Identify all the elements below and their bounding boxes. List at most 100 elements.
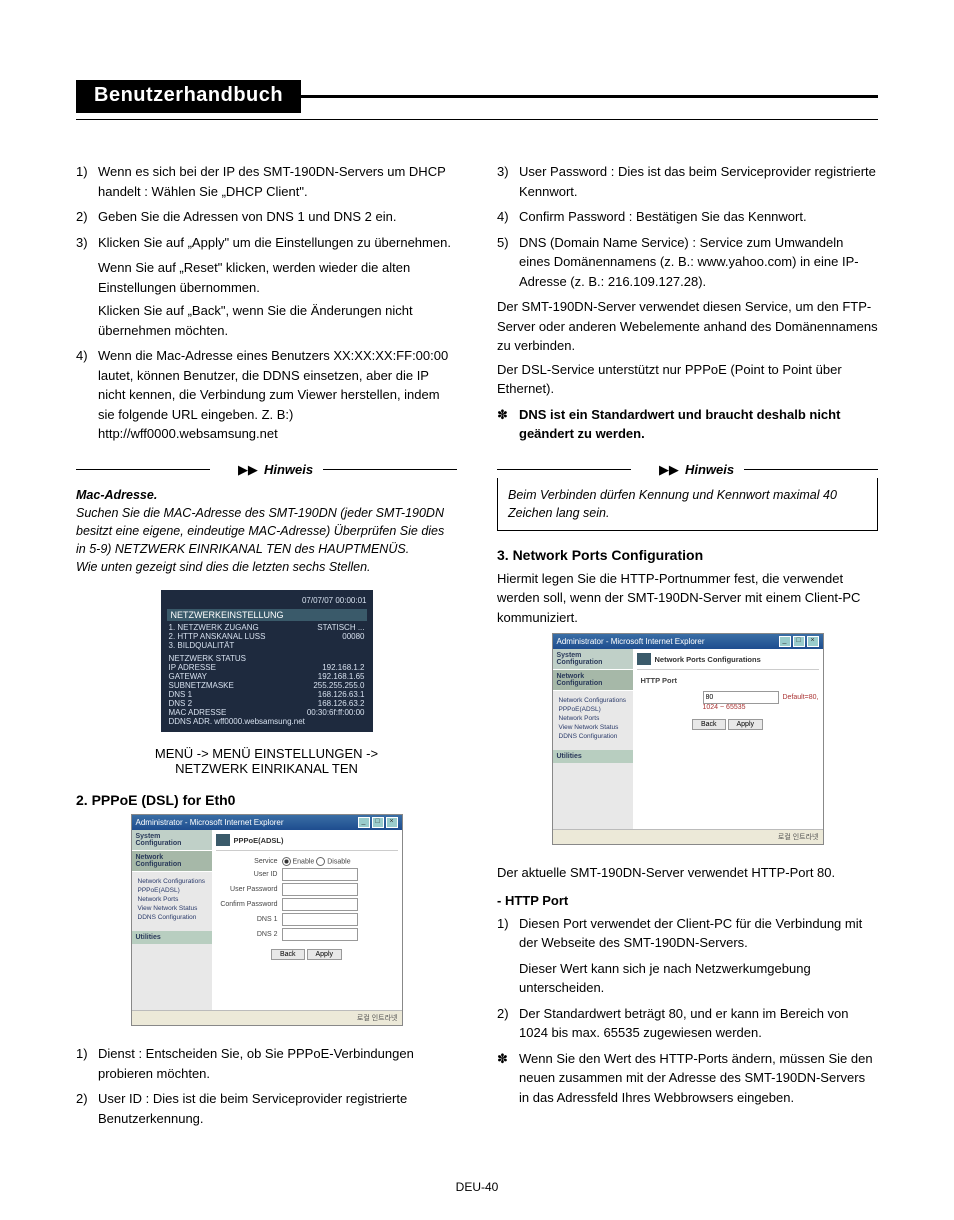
- window-buttons: _□×: [358, 817, 398, 828]
- dns2-input[interactable]: [282, 928, 358, 941]
- dns1-input[interactable]: [282, 913, 358, 926]
- apply-button[interactable]: Apply: [728, 719, 764, 730]
- panel-icon: [637, 653, 651, 665]
- sidebar-link[interactable]: DDNS Configuration: [138, 914, 212, 921]
- list-number: 5): [497, 233, 519, 292]
- osd-value: STATISCH ...: [317, 623, 364, 632]
- maximize-icon[interactable]: □: [793, 636, 805, 647]
- left-column: 1)Wenn es sich bei der IP des SMT-190DN-…: [76, 156, 457, 1134]
- osd-value: 00080: [342, 632, 364, 641]
- list-number: 3): [497, 162, 519, 201]
- apply-button[interactable]: Apply: [307, 949, 343, 960]
- sidebar-link[interactable]: View Network Status: [138, 905, 212, 912]
- minimize-icon[interactable]: _: [779, 636, 791, 647]
- star-bullet: ✽: [497, 1049, 519, 1108]
- back-button[interactable]: Back: [271, 949, 305, 960]
- subsection-http-port: - HTTP Port: [497, 893, 878, 908]
- field-label: User Password: [216, 886, 282, 893]
- list-number: 1): [76, 1044, 98, 1083]
- sidebar-link[interactable]: Network Ports: [138, 896, 212, 903]
- paragraph: Wenn Sie auf „Reset" klicken, werden wie…: [98, 258, 457, 297]
- list-number: 1): [76, 162, 98, 201]
- maximize-icon[interactable]: □: [372, 817, 384, 828]
- sidebar-tab-utilities[interactable]: Utilities: [132, 931, 212, 944]
- osd-label: MAC ADRESSE: [169, 708, 227, 717]
- radio-label: Disable: [327, 858, 350, 865]
- sidebar-link[interactable]: View Network Status: [559, 724, 633, 731]
- hint-box: ▶▶ Hinweis Beim Verbinden dürfen Kennung…: [497, 462, 878, 531]
- panel-icon: [216, 834, 230, 846]
- osd-value: 168.126.63.2: [318, 699, 365, 708]
- paragraph: Dieser Wert kann sich je nach Netzwerkum…: [519, 959, 878, 998]
- arrow-right-icon: ▶▶: [659, 462, 679, 478]
- sidebar-link[interactable]: DDNS Configuration: [559, 733, 633, 740]
- list-text: User ID : Dies ist die beim Serviceprovi…: [98, 1089, 457, 1128]
- list-number: 2): [76, 1089, 98, 1128]
- paragraph: Der SMT-190DN-Server verwendet diesen Se…: [497, 297, 878, 356]
- sidebar-tab-system[interactable]: System Configuration: [553, 649, 633, 670]
- field-group-label: HTTP Port: [641, 676, 819, 685]
- field-label: Service: [216, 858, 282, 865]
- list-number: 1): [497, 914, 519, 953]
- userid-input[interactable]: [282, 868, 358, 881]
- panel-title: PPPoE(ADSL): [234, 836, 284, 845]
- osd-ddns: DDNS ADR. wff0000.websamsung.net: [169, 717, 305, 726]
- sidebar-tab-network[interactable]: Network Configuration: [553, 670, 633, 691]
- field-label: Confirm Password: [216, 901, 282, 908]
- osd-label: SUBNETZMASKE: [169, 681, 234, 690]
- arrow-right-icon: ▶▶: [238, 462, 258, 478]
- back-button[interactable]: Back: [692, 719, 726, 730]
- osd-value: 192.168.1.65: [318, 672, 365, 681]
- sidebar-link[interactable]: PPPoE(ADSL): [138, 887, 212, 894]
- star-text: Wenn Sie den Wert des HTTP-Ports ändern,…: [519, 1049, 878, 1108]
- radio-disable[interactable]: [316, 857, 325, 866]
- radio-enable[interactable]: [282, 857, 291, 866]
- sidebar-tab-utilities[interactable]: Utilities: [553, 750, 633, 763]
- paragraph: Der aktuelle SMT-190DN-Server verwendet …: [497, 863, 878, 883]
- osd-label: DNS 2: [169, 699, 193, 708]
- close-icon[interactable]: ×: [386, 817, 398, 828]
- star-text: DNS ist ein Standardwert und braucht des…: [519, 405, 878, 444]
- status-right: 로컬 인트라넷: [357, 1013, 398, 1023]
- section-3-title: 3. Network Ports Configuration: [497, 547, 878, 563]
- osd-label: 1. NETZWERK ZUGANG: [169, 623, 259, 632]
- hint-box: ▶▶ Hinweis: [76, 462, 457, 478]
- section-2-title: 2. PPPoE (DSL) for Eth0: [76, 792, 457, 808]
- list-text: Wenn die Mac-Adresse eines Benutzers XX:…: [98, 346, 457, 444]
- userpw-input[interactable]: [282, 883, 358, 896]
- panel-title: Network Ports Configurations: [655, 655, 761, 664]
- browser-title: Administrator - Microsoft Internet Explo…: [136, 818, 284, 827]
- paragraph: Der DSL-Service unterstützt nur PPPoE (P…: [497, 360, 878, 399]
- osd-label: IP ADRESSE: [169, 663, 216, 672]
- sidebar-tab-system[interactable]: System Configuration: [132, 830, 212, 851]
- page-footer: DEU-40: [0, 1180, 954, 1194]
- list-text: Wenn es sich bei der IP des SMT-190DN-Se…: [98, 162, 457, 201]
- window-buttons: _□×: [779, 636, 819, 647]
- osd-title: NETZWERKEINSTELLUNG: [167, 609, 367, 621]
- hint-text: Beim Verbinden dürfen Kennung und Kennwo…: [508, 486, 867, 522]
- list-number: 4): [76, 346, 98, 444]
- sidebar-link[interactable]: PPPoE(ADSL): [559, 706, 633, 713]
- osd-label: 3. BILDQUALITÄT: [169, 641, 235, 650]
- hint-body: Beim Verbinden dürfen Kennung und Kennwo…: [497, 478, 878, 531]
- browser-screenshot-pppoe: Administrator - Microsoft Internet Explo…: [131, 814, 403, 1026]
- hint-title: Mac-Adresse.: [76, 486, 457, 504]
- confirmpw-input[interactable]: [282, 898, 358, 911]
- browser-title: Administrator - Microsoft Internet Explo…: [557, 637, 705, 646]
- http-port-input[interactable]: [703, 691, 779, 704]
- caption-line: NETZWERK EINRIKANAL TEN: [76, 761, 457, 776]
- osd-label: DNS 1: [169, 690, 193, 699]
- list-text: Der Standardwert beträgt 80, und er kann…: [519, 1004, 878, 1043]
- close-icon[interactable]: ×: [807, 636, 819, 647]
- sidebar-link[interactable]: Network Configurations: [559, 697, 633, 704]
- osd-value: 168.126.63.1: [318, 690, 365, 699]
- list-text: Confirm Password : Bestätigen Sie das Ke…: [519, 207, 878, 227]
- star-bullet: ✽: [497, 405, 519, 444]
- minimize-icon[interactable]: _: [358, 817, 370, 828]
- sidebar-link[interactable]: Network Ports: [559, 715, 633, 722]
- list-text: Geben Sie die Adressen von DNS 1 und DNS…: [98, 207, 457, 227]
- hint-text: Wie unten gezeigt sind dies die letzten …: [76, 558, 457, 576]
- sidebar-tab-network[interactable]: Network Configuration: [132, 851, 212, 872]
- sidebar-link[interactable]: Network Configurations: [138, 878, 212, 885]
- list-number: 4): [497, 207, 519, 227]
